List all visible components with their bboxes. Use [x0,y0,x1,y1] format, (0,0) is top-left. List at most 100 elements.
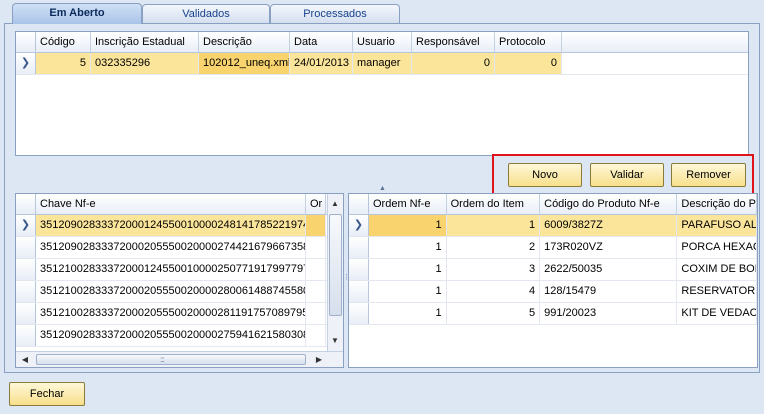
cell-chave-nfe[interactable]: 3512090283337200012455001000024814178522… [36,215,306,236]
scroll-left-icon[interactable]: ◀ [18,353,32,367]
cell-chave-nfe[interactable]: 3512100283337200020555002000028006148874… [36,281,306,302]
col-usuario[interactable]: Usuario [353,32,412,52]
scroll-thumb[interactable]: ::: [36,354,306,365]
col-chave-nfe[interactable]: Chave Nf-e [36,194,306,214]
cell-or[interactable] [306,237,326,258]
nfe-vertical-scrollbar[interactable]: ▲ ▼ [327,194,343,351]
table-row[interactable]: 1 3 2622/50035 COXIM DE BOR [349,259,757,281]
cell-responsavel[interactable]: 0 [412,53,495,74]
cell-or[interactable] [306,303,326,324]
row-indicator [16,259,36,280]
table-row[interactable]: 3512100283337200020555002000028006148874… [16,281,343,303]
cell-ordem-item[interactable]: 5 [447,303,541,324]
table-row[interactable]: 1 2 173R020VZ PORCA HEXAGO [349,237,757,259]
cell-ordem-nfe[interactable]: 1 [369,281,447,302]
nfe-horizontal-scrollbar[interactable]: ◀ ::: ▶ [16,351,343,367]
tab-panel: Código Inscrição Estadual Descrição Data… [4,23,760,373]
fechar-button[interactable]: Fechar [9,382,85,406]
col-ordem-nfe[interactable]: Ordem Nf-e [369,194,447,214]
items-grid-header: Ordem Nf-e Ordem do Item Código do Produ… [349,194,757,215]
row-indicator [349,259,369,280]
validar-button[interactable]: Validar [590,163,664,187]
scroll-right-icon[interactable]: ▶ [312,353,326,367]
row-indicator [16,325,36,346]
table-row[interactable]: 3512100283337200020555002000028119175708… [16,303,343,325]
nfe-grid-header: Chave Nf-e Or [16,194,343,215]
horizontal-splitter-grip[interactable]: ▲ [379,185,386,192]
row-indicator [349,237,369,258]
cell-codigo-produto[interactable]: 128/15479 [540,281,678,302]
cell-ordem-nfe[interactable]: 1 [369,215,447,236]
cell-ordem-nfe[interactable]: 1 [369,237,447,258]
documents-grid: Código Inscrição Estadual Descrição Data… [15,31,749,156]
tab-strip: Em Aberto Validados Processados [0,0,764,24]
scroll-thumb[interactable] [329,214,342,316]
cell-inscricao[interactable]: 032335296 [91,53,199,74]
row-indicator-header [16,194,36,214]
col-descricao[interactable]: Descrição [199,32,290,52]
cell-ordem-nfe[interactable]: 1 [369,259,447,280]
table-row[interactable]: ❯ 35120902833372000124550010000248141785… [16,215,343,237]
col-inscricao-estadual[interactable]: Inscrição Estadual [91,32,199,52]
row-pointer-icon: ❯ [16,215,36,236]
cell-or[interactable] [306,215,326,236]
cell-protocolo[interactable]: 0 [495,53,562,74]
cell-chave-nfe[interactable]: 3512100283337200020555002000028119175708… [36,303,306,324]
cell-usuario[interactable]: manager [353,53,412,74]
cell-ordem-nfe[interactable]: 1 [369,303,447,324]
cell-or[interactable] [306,325,326,346]
table-row[interactable]: 1 5 991/20023 KIT DE VEDACA [349,303,757,325]
tab-processados[interactable]: Processados [270,4,400,24]
cell-codigo-produto[interactable]: 173R020VZ [540,237,678,258]
col-codigo[interactable]: Código [36,32,91,52]
cell-codigo-produto[interactable]: 6009/3827Z [540,215,678,236]
row-pointer-icon: ❯ [16,53,36,74]
col-codigo-produto[interactable]: Código do Produto Nf-e [540,194,678,214]
cell-ordem-item[interactable]: 3 [447,259,541,280]
col-protocolo[interactable]: Protocolo [495,32,562,52]
cell-data[interactable]: 24/01/2013 [290,53,353,74]
cell-ordem-item[interactable]: 2 [447,237,541,258]
cell-chave-nfe[interactable]: 3512090283337200020555002000027442167966… [36,237,306,258]
remover-button[interactable]: Remover [671,163,746,187]
col-ordem-item[interactable]: Ordem do Item [447,194,541,214]
row-indicator [349,281,369,302]
documents-grid-header: Código Inscrição Estadual Descrição Data… [16,32,748,53]
cell-codigo-produto[interactable]: 991/20023 [540,303,678,324]
scroll-down-icon[interactable]: ▼ [328,334,342,348]
tab-em-aberto[interactable]: Em Aberto [12,3,142,24]
table-row[interactable]: 3512100283337200012455001000025077191799… [16,259,343,281]
cell-descricao-produto[interactable]: KIT DE VEDACA [677,303,757,324]
cell-codigo-produto[interactable]: 2622/50035 [540,259,678,280]
novo-button[interactable]: Novo [508,163,582,187]
nfe-grid: Chave Nf-e Or ❯ 351209028333720001245500… [15,193,344,368]
table-row[interactable]: ❯ 5 032335296 102012_uneq.xml 24/01/2013… [16,53,748,75]
table-row[interactable]: ❯ 1 1 6009/3827Z PARAFUSO ALT [349,215,757,237]
col-data[interactable]: Data [290,32,353,52]
scroll-up-icon[interactable]: ▲ [328,197,342,211]
table-row[interactable]: 3512090283337200020555002000027594162158… [16,325,343,347]
row-pointer-icon: ❯ [349,215,369,236]
cell-chave-nfe[interactable]: 3512100283337200012455001000025077191799… [36,259,306,280]
cell-chave-nfe[interactable]: 3512090283337200020555002000027594162158… [36,325,306,346]
row-indicator [16,281,36,302]
cell-descricao-produto[interactable]: COXIM DE BOR [677,259,757,280]
col-or[interactable]: Or [306,194,326,214]
tab-validados[interactable]: Validados [142,4,270,24]
row-indicator-header [16,32,36,52]
col-descricao-produto[interactable]: Descrição do P [677,194,757,214]
cell-ordem-item[interactable]: 1 [446,215,541,236]
cell-codigo[interactable]: 5 [36,53,91,74]
cell-descricao-produto[interactable]: PARAFUSO ALT [677,215,757,236]
col-responsavel[interactable]: Responsável [412,32,495,52]
cell-descricao[interactable]: 102012_uneq.xml [199,53,290,74]
cell-descricao-produto[interactable]: RESERVATORIO [677,281,757,302]
cell-ordem-item[interactable]: 4 [447,281,541,302]
table-row[interactable]: 1 4 128/15479 RESERVATORIO [349,281,757,303]
table-row[interactable]: 3512090283337200020555002000027442167966… [16,237,343,259]
cell-or[interactable] [306,259,326,280]
cell-descricao-produto[interactable]: PORCA HEXAGO [677,237,757,258]
items-grid: Ordem Nf-e Ordem do Item Código do Produ… [348,193,758,368]
row-indicator [349,303,369,324]
cell-or[interactable] [306,281,326,302]
